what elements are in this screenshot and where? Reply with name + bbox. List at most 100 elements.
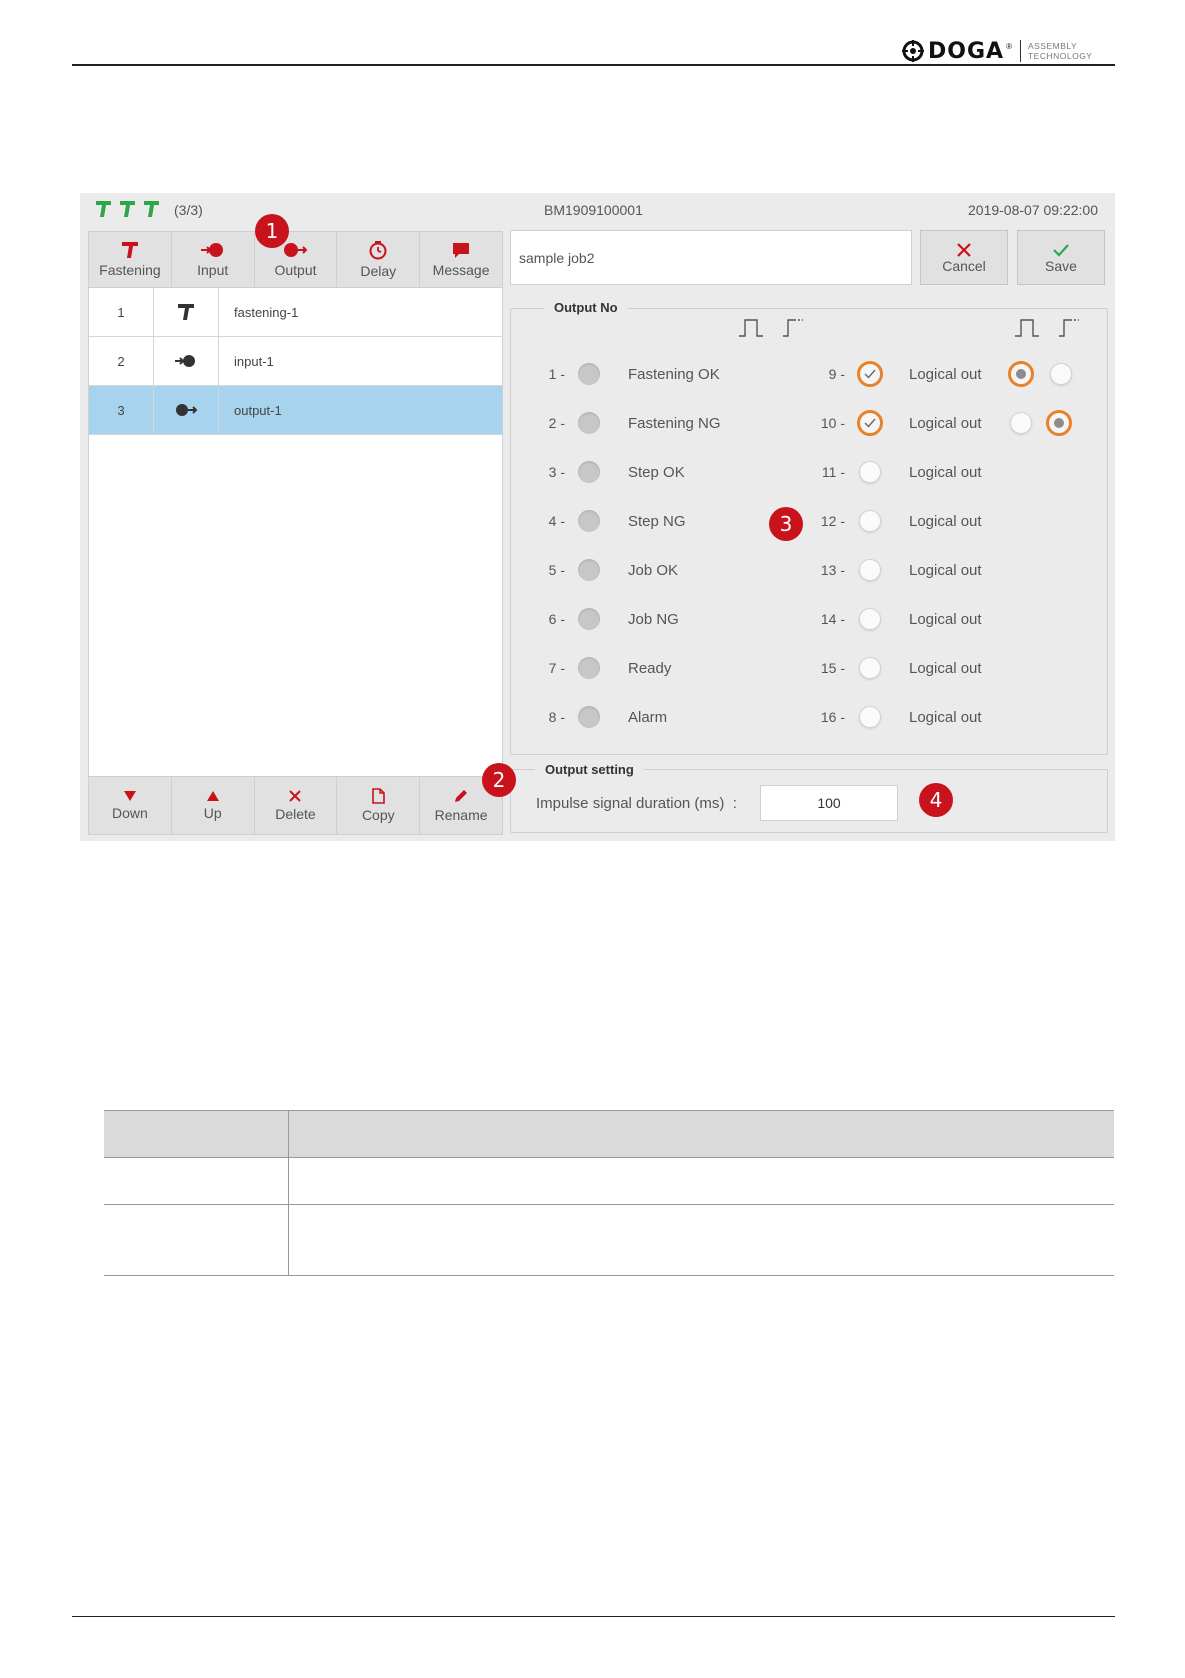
output-row: 3 - Step OK — [535, 460, 765, 484]
output-enable-checkbox[interactable] — [859, 608, 881, 630]
output-enable-checkbox[interactable] — [859, 510, 881, 532]
callout-marker-2: 2 — [482, 763, 516, 797]
down-button[interactable]: Down — [89, 777, 172, 834]
step-name: input-1 — [234, 353, 274, 369]
table-row — [104, 1204, 1114, 1276]
output-status-indicator — [578, 510, 600, 532]
step-row[interactable]: 2 input-1 — [89, 337, 502, 386]
output-status-indicator — [578, 412, 600, 434]
table-row — [104, 1157, 1114, 1205]
checkmark-icon — [864, 369, 876, 379]
tool-count: (3/3) — [174, 202, 203, 218]
job-name-input[interactable]: sample job2 — [510, 230, 912, 285]
arrow-down-icon — [123, 791, 136, 801]
table-cell — [104, 1110, 289, 1158]
output-row: 13 - Logical out — [815, 558, 1105, 582]
output-label: Ready — [628, 659, 672, 677]
output-row: 5 - Job OK — [535, 558, 765, 582]
arrow-up-icon — [206, 791, 219, 801]
up-button[interactable]: Up — [172, 777, 255, 834]
pulse-radio-selected[interactable] — [1007, 361, 1034, 387]
output-enable-checkbox[interactable] — [857, 361, 883, 387]
table-cell — [288, 1204, 1114, 1276]
impulse-duration-input[interactable]: 100 — [760, 785, 898, 821]
output-number: 2 - — [548, 415, 565, 431]
output-status-indicator — [578, 363, 600, 385]
output-label: Fastening NG — [628, 414, 721, 432]
checkmark-icon — [1053, 243, 1069, 257]
output-status-indicator — [578, 461, 600, 483]
output-enable-checkbox[interactable] — [859, 657, 881, 679]
message-button-label: Message — [432, 262, 490, 278]
cancel-button[interactable]: Cancel — [920, 230, 1008, 285]
level-radio-selected[interactable] — [1045, 410, 1072, 436]
output-row: 14 - Logical out — [815, 607, 1105, 631]
up-button-label: Up — [203, 805, 222, 821]
fastening-tool-icon — [178, 304, 194, 320]
output-enable-checkbox[interactable] — [857, 410, 883, 436]
copy-button[interactable]: Copy — [337, 777, 421, 834]
cancel-button-label: Cancel — [942, 257, 986, 274]
fastening-button[interactable]: Fastening — [89, 232, 172, 287]
output-label: Logical out — [909, 610, 982, 628]
step-name: output-1 — [234, 402, 282, 418]
message-icon — [453, 243, 470, 258]
logo-wordmark: DOGA — [928, 38, 1005, 64]
message-button[interactable]: Message — [420, 232, 502, 287]
copy-icon — [372, 788, 386, 804]
output-enable-checkbox[interactable] — [859, 461, 881, 483]
step-type-toolbar: Fastening Input Output Delay Message — [88, 231, 503, 288]
step-row[interactable]: 1 fastening-1 — [89, 288, 502, 337]
header-rule — [72, 64, 1115, 66]
input-icon — [175, 355, 195, 367]
output-status-indicator — [578, 706, 600, 728]
output-number: 8 - — [548, 709, 565, 725]
output-row: 8 - Alarm — [535, 705, 765, 729]
step-list: 1 fastening-1 2 input-1 3 output-1 — [88, 287, 503, 777]
output-row: 12 - Logical out — [815, 509, 1105, 533]
step-number: 3 — [89, 386, 154, 434]
pulse-signal-icon — [739, 319, 763, 337]
output-label: Logical out — [909, 708, 982, 726]
pulse-radio[interactable] — [1009, 412, 1032, 434]
logo-tagline-line-1: ASSEMBLY — [1027, 41, 1078, 51]
delete-button[interactable]: Delete — [255, 777, 338, 834]
delay-button-label: Delay — [360, 263, 397, 279]
output-button-label: Output — [274, 262, 317, 278]
output-label: Logical out — [909, 463, 982, 481]
output-row: 2 - Fastening NG — [535, 411, 765, 435]
logo-registered: ® — [1006, 41, 1012, 51]
output-enable-checkbox[interactable] — [859, 706, 881, 728]
output-number: 16 - — [820, 709, 845, 725]
step-row-selected[interactable]: 3 output-1 — [89, 386, 502, 435]
save-button[interactable]: Save — [1017, 230, 1105, 285]
fastening-tool-icon — [121, 242, 138, 258]
input-button[interactable]: Input — [172, 232, 255, 287]
doga-logo: DOGA ® ASSEMBLY TECHNOLOGY — [902, 36, 1092, 66]
level-radio[interactable] — [1049, 363, 1072, 385]
table-cell — [288, 1157, 1114, 1205]
output-row: 16 - Logical out — [815, 705, 1105, 729]
output-label: Logical out — [909, 365, 982, 383]
input-icon — [200, 243, 223, 257]
tool-green-icon — [120, 201, 135, 217]
output-number: 11 - — [821, 464, 845, 480]
checkmark-icon — [864, 418, 876, 428]
output-number: 13 - — [820, 562, 845, 578]
table-header-row — [104, 1110, 1114, 1158]
impulse-duration-label: Impulse signal duration (ms) : — [536, 795, 737, 812]
output-number: 3 - — [548, 464, 565, 480]
tool-status-icons — [95, 200, 160, 218]
output-number: 1 - — [548, 366, 565, 382]
output-number: 9 - — [828, 366, 845, 382]
delay-button[interactable]: Delay — [337, 232, 421, 287]
output-row: 11 - Logical out — [815, 460, 1105, 484]
delete-button-label: Delete — [275, 806, 316, 822]
level-signal-icon — [1059, 319, 1079, 337]
save-button-label: Save — [1045, 257, 1077, 274]
output-enable-checkbox[interactable] — [859, 559, 881, 581]
output-label: Job NG — [628, 610, 679, 628]
output-status-indicator — [578, 608, 600, 630]
output-icon — [176, 404, 198, 416]
output-number: 12 - — [820, 513, 845, 529]
